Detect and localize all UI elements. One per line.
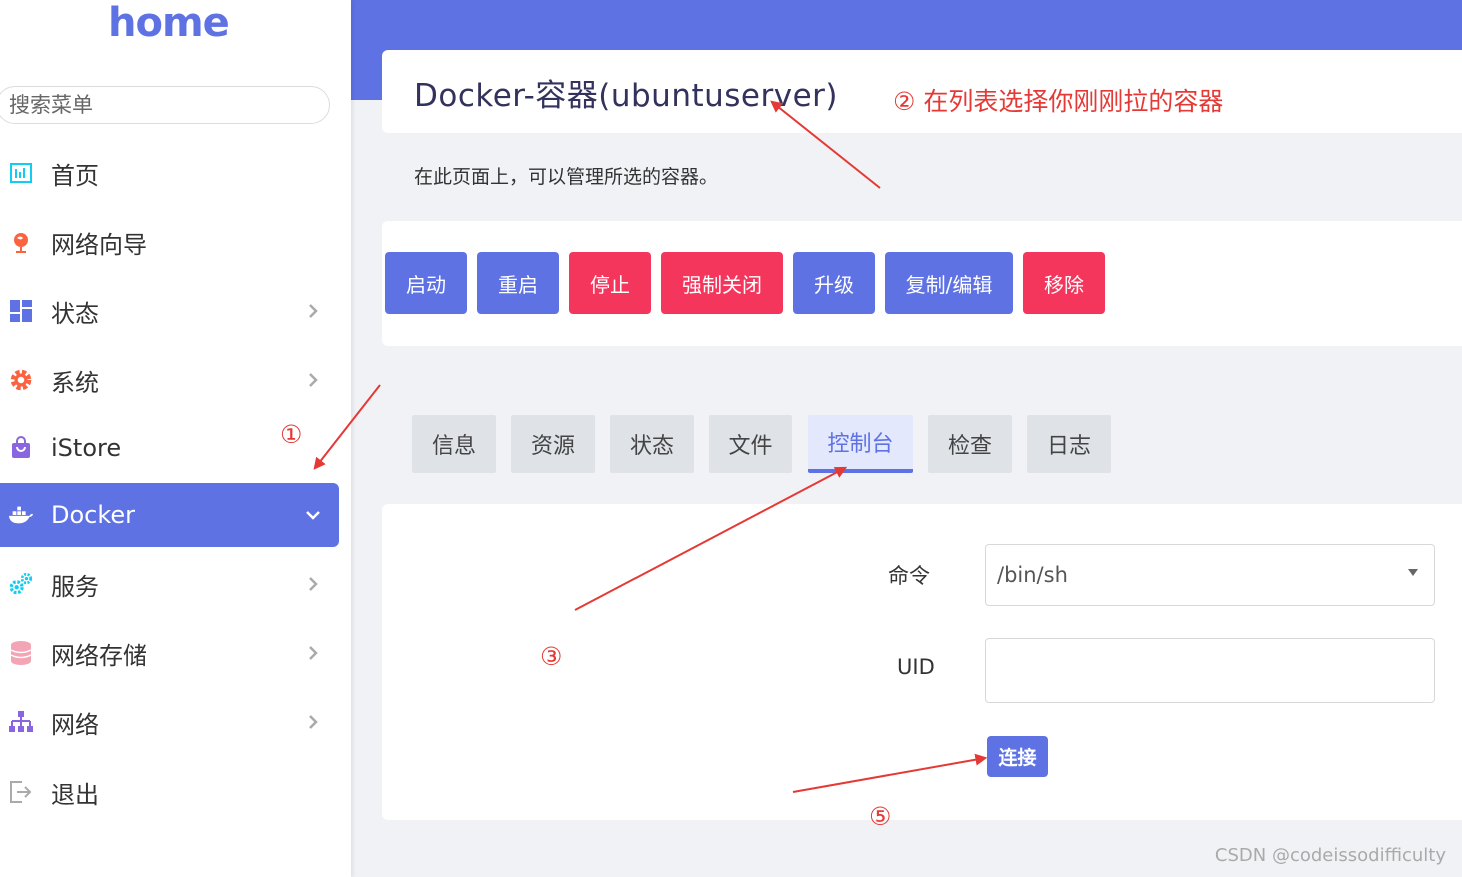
sidebar-item-home[interactable]: 首页 xyxy=(0,141,339,205)
sidebar-item-label: 状态 xyxy=(51,299,99,328)
sidebar-item-label: 首页 xyxy=(51,161,99,190)
sidebar-item-docker[interactable]: Docker xyxy=(0,483,339,547)
tab-logs[interactable]: 日志 xyxy=(1027,415,1111,473)
dashboard-icon xyxy=(8,160,34,186)
sidebar-item-services[interactable]: 服务 xyxy=(0,552,339,616)
watermark: CSDN @codeissodifficulty xyxy=(1214,845,1446,866)
annotation-step-1: ① xyxy=(280,420,303,449)
bag-icon xyxy=(8,435,34,461)
duplicate-edit-button[interactable]: 复制/编辑 xyxy=(885,252,1013,314)
sidebar-item-label: 退出 xyxy=(51,780,99,809)
tab-resources[interactable]: 资源 xyxy=(511,415,595,473)
database-icon xyxy=(8,640,34,666)
page-title: Docker-容器(ubuntuserver) xyxy=(414,78,838,114)
action-toolbar: 启动 重启 停止 强制关闭 升级 复制/编辑 移除 xyxy=(382,221,1462,346)
tab-info[interactable]: 信息 xyxy=(412,415,496,473)
tab-status[interactable]: 状态 xyxy=(610,415,694,473)
sidebar-item-network[interactable]: 网络 xyxy=(0,690,339,754)
cogs-icon xyxy=(8,571,34,597)
sidebar-item-label: 网络存储 xyxy=(51,641,147,670)
globe-icon xyxy=(8,229,34,255)
restart-button[interactable]: 重启 xyxy=(477,252,559,314)
sidebar-item-label: iStore xyxy=(51,434,122,462)
start-button[interactable]: 启动 xyxy=(385,252,467,314)
sitemap-icon xyxy=(8,709,34,735)
sidebar-item-label: Docker xyxy=(51,501,136,529)
annotation-step-3: ③ xyxy=(540,642,563,671)
annotation-step-2: ② 在列表选择你刚刚拉的容器 xyxy=(893,87,1224,116)
chevron-right-icon xyxy=(309,577,318,591)
command-select[interactable]: /bin/sh xyxy=(985,544,1435,606)
sidebar-item-network-storage[interactable]: 网络存储 xyxy=(0,621,339,685)
remove-button[interactable]: 移除 xyxy=(1023,252,1105,314)
sidebar-item-network-wizard[interactable]: 网络向导 xyxy=(0,210,339,274)
command-value: /bin/sh xyxy=(997,563,1068,587)
caret-down-icon xyxy=(1408,569,1418,576)
logo[interactable]: home xyxy=(108,0,230,46)
chevron-right-icon xyxy=(309,304,318,318)
tab-inspect[interactable]: 检查 xyxy=(928,415,1012,473)
uid-input[interactable] xyxy=(985,638,1435,703)
tab-console[interactable]: 控制台 xyxy=(808,415,913,473)
sidebar-item-label: 网络 xyxy=(51,710,99,739)
docker-icon xyxy=(8,502,34,528)
chevron-right-icon xyxy=(309,373,318,387)
sidebar-item-system[interactable]: 系统 xyxy=(0,348,339,412)
chevron-right-icon xyxy=(309,646,318,660)
connect-button[interactable]: 连接 xyxy=(987,736,1048,777)
sidebar-item-label: 服务 xyxy=(51,572,99,601)
sidebar-item-status[interactable]: 状态 xyxy=(0,279,339,343)
chevron-down-icon xyxy=(306,511,320,520)
sidebar-item-label: 系统 xyxy=(51,368,99,397)
grid-icon xyxy=(8,298,34,324)
sidebar-item-label: 网络向导 xyxy=(51,230,147,259)
tab-files[interactable]: 文件 xyxy=(709,415,792,473)
chevron-right-icon xyxy=(309,715,318,729)
logout-icon xyxy=(8,779,34,805)
gear-icon xyxy=(8,367,34,393)
sidebar-item-logout[interactable]: 退出 xyxy=(0,760,339,824)
upgrade-button[interactable]: 升级 xyxy=(793,252,875,314)
uid-label: UID xyxy=(897,655,935,679)
force-kill-button[interactable]: 强制关闭 xyxy=(661,252,783,314)
stop-button[interactable]: 停止 xyxy=(569,252,651,314)
annotation-step-5: ⑤ xyxy=(869,802,892,831)
page-description: 在此页面上，可以管理所选的容器。 xyxy=(414,166,719,188)
search-input[interactable] xyxy=(0,86,330,124)
command-label: 命令 xyxy=(888,564,930,588)
